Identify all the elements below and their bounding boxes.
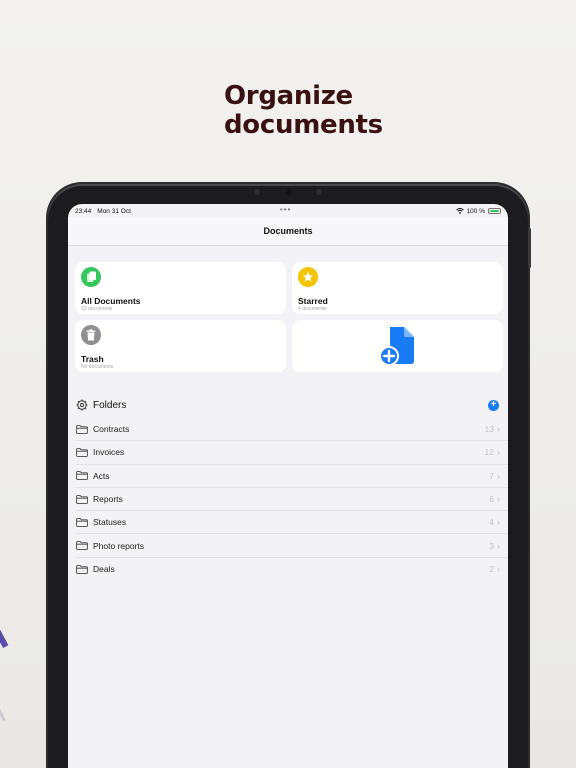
card-subtitle: No documents	[81, 364, 114, 370]
decorative-stripe	[0, 521, 9, 649]
navigation-bar: Documents	[68, 217, 508, 246]
chevron-right-icon: ›	[497, 470, 500, 481]
chevron-right-icon: ›	[497, 447, 500, 458]
folder-icon	[76, 494, 88, 504]
status-time: 23:44	[75, 207, 92, 215]
headline: Organize documents	[224, 82, 383, 140]
side-button	[528, 228, 531, 268]
headline-line: Organize	[224, 81, 353, 111]
chevron-right-icon: ›	[497, 564, 500, 575]
folder-list: Contracts 13 › Invoices 12 › Acts 7 › Re…	[68, 418, 508, 581]
page-title: Documents	[263, 226, 313, 236]
folder-name: Deals	[93, 564, 115, 575]
card-all-documents[interactable]: All Documents 53 documents	[75, 262, 286, 314]
folder-row-photo-reports[interactable]: Photo reports 3 ›	[76, 534, 508, 558]
battery-percent: 100 %	[466, 207, 485, 215]
camera-lens	[286, 189, 292, 195]
folder-icon	[76, 471, 88, 481]
sensor-dot	[316, 189, 322, 195]
card-title: Starred	[298, 296, 328, 306]
chevron-right-icon: ›	[497, 424, 500, 435]
card-subtitle: 4 documents	[298, 306, 327, 312]
folder-name: Contracts	[93, 424, 130, 435]
documents-icon	[81, 267, 101, 287]
tablet-frame: 23:44 Mon 31 Oct 100 % ••• Documents All…	[48, 184, 531, 768]
folders-label: Folders	[93, 399, 127, 411]
folder-name: Reports	[93, 494, 123, 505]
headline-line: documents	[224, 110, 383, 140]
folder-row-statuses[interactable]: Statuses 4 ›	[76, 511, 508, 535]
folder-count: 13	[484, 424, 494, 435]
card-trash[interactable]: Trash No documents	[75, 320, 286, 372]
add-document-button[interactable]	[292, 320, 503, 372]
folder-count: 3	[489, 540, 494, 551]
wifi-icon	[455, 208, 464, 214]
folder-row-deals[interactable]: Deals 2 ›	[76, 558, 508, 581]
folder-name: Invoices	[93, 447, 125, 458]
card-starred[interactable]: Starred 4 documents	[292, 262, 503, 314]
trash-icon	[81, 325, 101, 345]
add-folder-button[interactable]: +	[488, 399, 499, 411]
folder-count: 12	[484, 447, 494, 458]
folder-row-acts[interactable]: Acts 7 ›	[76, 465, 508, 488]
folder-name: Statuses	[93, 517, 127, 528]
card-subtitle: 53 documents	[81, 306, 113, 312]
library-cards: All Documents 53 documents Starred 4 doc…	[68, 246, 508, 372]
folder-icon	[76, 541, 88, 550]
star-icon	[298, 267, 318, 287]
app-screen: 23:44 Mon 31 Oct 100 % ••• Documents All…	[68, 204, 508, 768]
folder-count: 7	[489, 470, 494, 481]
multitask-dots[interactable]: •••	[280, 206, 291, 214]
folder-row-contracts[interactable]: Contracts 13 ›	[76, 418, 508, 442]
folder-count: 6	[489, 494, 494, 505]
chevron-right-icon: ›	[497, 517, 500, 528]
folder-icon	[76, 448, 88, 457]
chevron-right-icon: ›	[497, 494, 500, 505]
chevron-right-icon: ›	[497, 540, 500, 551]
folder-icon	[76, 424, 88, 434]
folder-name: Acts	[93, 470, 110, 481]
folders-header: Folders +	[68, 396, 508, 414]
card-title: All Documents	[81, 296, 141, 306]
sensor-dot	[254, 189, 260, 195]
folder-row-invoices[interactable]: Invoices 12 ›	[76, 441, 508, 465]
folder-count: 4	[489, 517, 494, 528]
folder-row-reports[interactable]: Reports 6 ›	[76, 488, 508, 512]
folder-icon	[76, 565, 88, 574]
card-title: Trash	[81, 354, 104, 364]
folder-icon	[76, 517, 88, 527]
folder-name: Photo reports	[93, 540, 145, 551]
new-document-icon	[378, 327, 414, 366]
battery-icon	[488, 208, 501, 214]
status-date: Mon 31 Oct	[97, 207, 131, 215]
folder-count: 2	[489, 564, 494, 575]
gear-icon[interactable]	[76, 399, 88, 411]
